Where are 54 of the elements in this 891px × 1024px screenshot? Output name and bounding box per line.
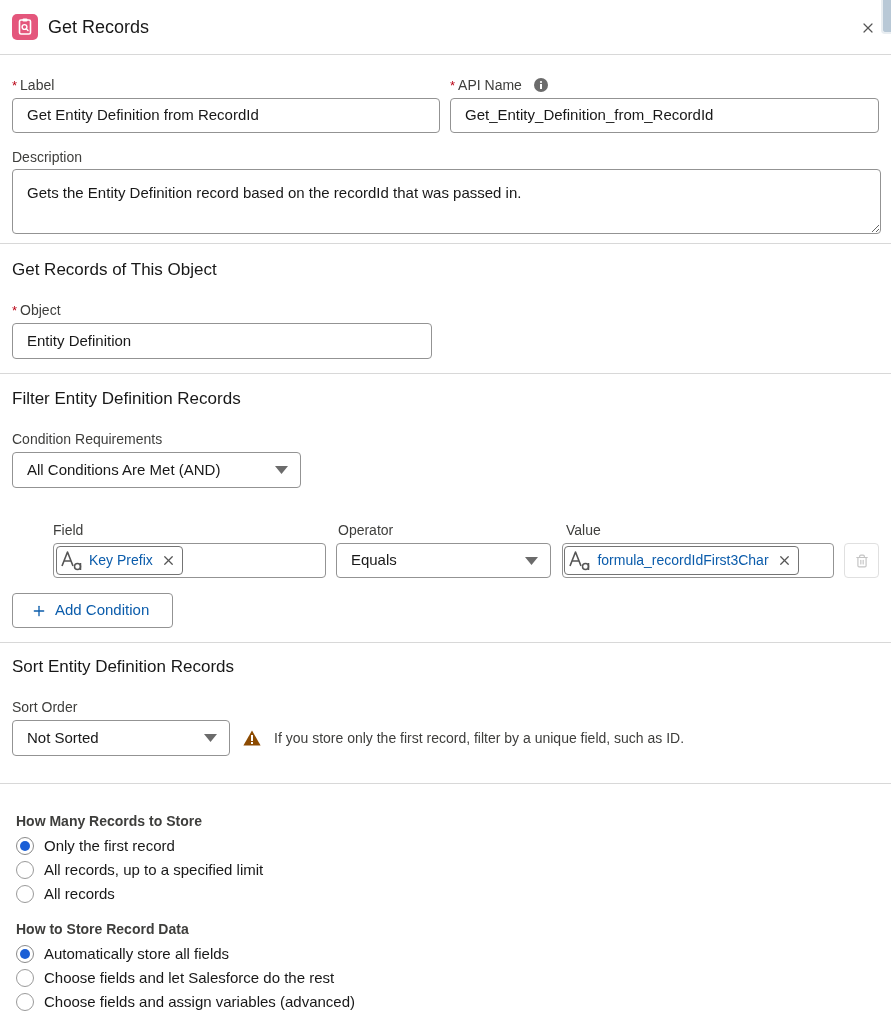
object-field[interactable]: Entity Definition [12, 323, 432, 359]
column-label: Value [566, 521, 601, 538]
field-picker[interactable]: Key Prefix [53, 543, 326, 578]
object-label: Object [20, 300, 61, 320]
condition-requirements-label: Condition Requirements [12, 429, 163, 449]
pill-label: Key Prefix [89, 551, 153, 570]
pill-label: formula_recordIdFirst3Char [597, 551, 769, 570]
section-heading: Sort Entity Definition Records [12, 656, 235, 678]
radio-icon[interactable] [16, 969, 34, 987]
group-heading: How to Store Record Data [16, 920, 189, 938]
warning-text: If you store only the first record, filter by a unique field, such as ID. [274, 728, 685, 748]
field-pill[interactable]: Key Prefix [56, 546, 183, 575]
text-type-icon [61, 550, 83, 571]
label-label: Label [20, 75, 55, 95]
condition-requirements-select[interactable]: All Conditions Are Met (AND) [12, 452, 301, 488]
radio-icon[interactable] [16, 885, 34, 903]
label-field[interactable]: Get Entity Definition from RecordId [12, 98, 440, 133]
section-heading: Get Records of This Object [12, 259, 217, 281]
value-pill[interactable]: formula_recordIdFirst3Char [564, 546, 799, 575]
radio-option[interactable]: Choose fields and let Salesforce do the rest [16, 966, 335, 990]
panel-title: Get Records [48, 15, 150, 39]
radio-option[interactable]: Only the first record [16, 834, 175, 858]
sort-order-label: Sort Order [12, 697, 78, 717]
text-type-icon [569, 550, 592, 571]
caret-down-icon [275, 466, 288, 474]
radio-option[interactable]: Choose fields and assign variables (advanced) [16, 990, 355, 1014]
caret-down-icon [525, 556, 539, 565]
clipboard-search-icon [12, 14, 38, 40]
radio-icon[interactable] [16, 837, 34, 855]
column-label: Field [53, 521, 84, 538]
add-condition-button[interactable]: Add Condition [12, 593, 173, 628]
group-heading: How Many Records to Store [16, 812, 202, 830]
trash-icon [854, 553, 869, 568]
operator-select[interactable]: Equals [335, 543, 552, 578]
value-picker[interactable]: formula_recordIdFirst3Char [562, 543, 835, 578]
api-name-field[interactable]: Get_Entity_Definition_from_RecordId [450, 98, 879, 133]
radio-icon[interactable] [16, 945, 34, 963]
required-mark: * [450, 78, 456, 92]
required-mark: * [12, 78, 18, 92]
radio-icon[interactable] [16, 993, 34, 1011]
info-icon[interactable] [533, 78, 548, 92]
required-mark: * [12, 303, 18, 317]
api-name-label: API Name [458, 75, 522, 95]
section-heading: Filter Entity Definition Records [12, 388, 241, 410]
sort-order-select[interactable]: Not Sorted [12, 720, 230, 756]
column-label: Operator [338, 521, 394, 538]
radio-option[interactable]: All records, up to a specified limit [16, 858, 264, 882]
caret-down-icon [204, 734, 217, 742]
description-field[interactable]: Gets the Entity Definition record based on the recordId that was passed in. [12, 169, 881, 234]
warning-icon [243, 730, 261, 746]
description-label: Description [12, 147, 83, 167]
radio-option[interactable]: Automatically store all fields [16, 942, 230, 966]
radio-option[interactable]: All records [16, 882, 115, 906]
radio-icon[interactable] [16, 861, 34, 879]
